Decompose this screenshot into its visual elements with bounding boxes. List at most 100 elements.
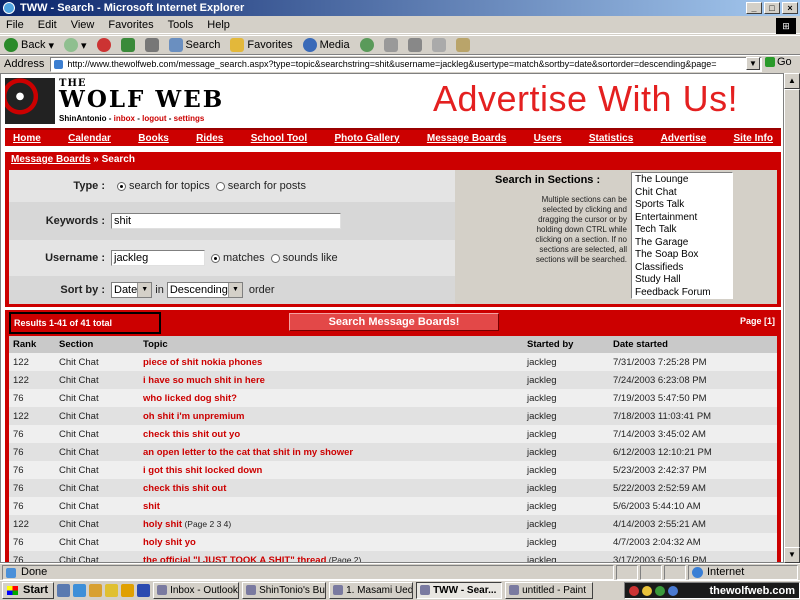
tray-icon[interactable]	[655, 585, 665, 596]
nav-users[interactable]: Users	[534, 133, 562, 144]
address-dropdown-button[interactable]: ▼	[746, 57, 760, 70]
section-option[interactable]: The Garage	[635, 237, 729, 250]
topic-cell-text[interactable]: the official "I JUST TOOK A SHIT" thread	[143, 555, 326, 563]
topic-cell-text[interactable]: holy shit	[143, 519, 182, 530]
sections-listbox[interactable]: The Lounge Chit Chat Sports Talk Enterta…	[631, 172, 733, 299]
print-icon[interactable]	[407, 38, 422, 52]
topic-cell[interactable]: oh shit i'm unpremium	[139, 407, 523, 425]
topic-cell[interactable]: shit	[139, 497, 523, 515]
quicklaunch-desktop-icon[interactable]	[57, 584, 71, 597]
topic-cell[interactable]: an open letter to the cat that shit in m…	[139, 443, 523, 461]
topic-cell[interactable]: holy shit (Page 2 3 4)	[139, 515, 523, 533]
task-buddy-list[interactable]: ShinTonio's Bu...	[242, 582, 327, 599]
topic-pages[interactable]: (Page 2)	[329, 555, 362, 563]
topic-cell-text[interactable]: holy shit yo	[143, 537, 196, 548]
section-option[interactable]: The Lounge	[635, 174, 729, 187]
task-paint[interactable]: untitled - Paint	[505, 582, 594, 599]
keywords-input[interactable]: shit	[111, 213, 341, 229]
quicklaunch-outlook-icon[interactable]	[89, 584, 103, 597]
topic-cell-text[interactable]: piece of shit nokia phones	[143, 357, 262, 368]
nav-message-boards[interactable]: Message Boards	[427, 133, 506, 144]
quicklaunch-word-icon[interactable]	[137, 584, 151, 597]
home-icon[interactable]	[144, 38, 159, 52]
media-button[interactable]: Media	[302, 38, 350, 52]
menu-tools[interactable]: Tools	[168, 19, 194, 31]
task-outlook[interactable]: Inbox - Outlook ...	[153, 582, 240, 599]
advertise-banner[interactable]: Advertise With Us!	[433, 78, 738, 120]
tray-icon[interactable]	[642, 585, 652, 596]
stop-icon[interactable]	[96, 38, 111, 52]
back-dropdown-icon[interactable]: ▾	[48, 39, 54, 52]
nav-statistics[interactable]: Statistics	[589, 133, 633, 144]
topic-cell[interactable]: i have so much shit in here	[139, 371, 523, 389]
matches-radio[interactable]	[211, 253, 220, 263]
nav-rides[interactable]: Rides	[196, 133, 223, 144]
task-ie-active[interactable]: TWW - Sear...	[416, 582, 503, 599]
nav-school-tool[interactable]: School Tool	[251, 133, 307, 144]
sounds-like-radio[interactable]	[270, 253, 280, 263]
username-input[interactable]: jackleg	[111, 250, 205, 266]
forward-button[interactable]: ▾	[64, 38, 87, 52]
scroll-up-icon[interactable]: ▲	[784, 73, 800, 89]
scroll-thumb[interactable]	[784, 89, 800, 549]
topic-cell[interactable]: piece of shit nokia phones	[139, 353, 523, 371]
history-icon[interactable]	[359, 38, 374, 52]
section-option[interactable]: Study Hall	[635, 274, 729, 287]
nav-site-info[interactable]: Site Info	[734, 133, 773, 144]
maximize-button[interactable]: □	[764, 2, 780, 14]
address-input[interactable]: http://www.thewolfweb.com/message_search…	[50, 56, 763, 72]
edit-icon[interactable]	[431, 38, 446, 52]
topic-cell-text[interactable]: i have so much shit in here	[143, 375, 265, 386]
page-indicator[interactable]: Page [1]	[740, 316, 775, 326]
menu-help[interactable]: Help	[207, 19, 230, 31]
tray-icon[interactable]	[668, 585, 678, 596]
site-logo[interactable]: THE WOLF WEB ShinAntonio - inbox - logou…	[3, 76, 233, 126]
nav-advertise[interactable]: Advertise	[661, 133, 707, 144]
section-option[interactable]: Chit Chat	[635, 187, 729, 200]
sort-order-select[interactable]: Descending	[166, 282, 243, 298]
topic-cell-text[interactable]: check this shit out yo	[143, 429, 240, 440]
topic-cell[interactable]: i got this shit locked down	[139, 461, 523, 479]
topic-cell-text[interactable]: an open letter to the cat that shit in m…	[143, 447, 353, 458]
section-option[interactable]: Feedback Forum	[635, 287, 729, 300]
mail-icon[interactable]	[383, 38, 398, 52]
menu-file[interactable]: File	[6, 19, 24, 31]
settings-link[interactable]: settings	[174, 114, 205, 123]
section-option[interactable]: Tech Talk	[635, 224, 729, 237]
search-message-boards-button[interactable]: Search Message Boards!	[289, 313, 499, 331]
topic-cell-text[interactable]: shit	[143, 501, 160, 512]
section-option[interactable]: The Soap Box	[635, 249, 729, 262]
refresh-icon[interactable]	[120, 38, 135, 52]
section-option[interactable]: Entertainment	[635, 212, 729, 225]
topic-cell-text[interactable]: i got this shit locked down	[143, 465, 262, 476]
topic-cell[interactable]: who licked dog shit?	[139, 389, 523, 407]
discuss-icon[interactable]	[455, 38, 470, 52]
topic-cell[interactable]: holy shit yo	[139, 533, 523, 551]
topic-cell[interactable]: check this shit out	[139, 479, 523, 497]
posts-radio[interactable]	[215, 181, 225, 191]
quicklaunch-app-icon[interactable]	[105, 584, 119, 597]
topic-pages[interactable]: (Page 2 3 4)	[184, 519, 231, 529]
topic-cell-text[interactable]: oh shit i'm unpremium	[143, 411, 245, 422]
quicklaunch-aim-icon[interactable]	[121, 584, 135, 597]
menu-edit[interactable]: Edit	[38, 19, 57, 31]
menu-view[interactable]: View	[71, 19, 95, 31]
inbox-link[interactable]: inbox	[114, 114, 135, 123]
nav-books[interactable]: Books	[138, 133, 169, 144]
nav-home[interactable]: Home	[13, 133, 41, 144]
menu-favorites[interactable]: Favorites	[108, 19, 153, 31]
scroll-down-icon[interactable]: ▼	[784, 547, 800, 563]
vertical-scrollbar[interactable]: ▲ ▼	[784, 73, 800, 563]
topic-cell[interactable]: check this shit out yo	[139, 425, 523, 443]
tray-icon[interactable]	[629, 585, 639, 596]
start-button[interactable]: Start	[2, 582, 55, 599]
nav-calendar[interactable]: Calendar	[68, 133, 111, 144]
topic-cell-text[interactable]: check this shit out	[143, 483, 226, 494]
breadcrumb-message-boards[interactable]: Message Boards	[11, 154, 90, 165]
topic-cell-text[interactable]: who licked dog shit?	[143, 393, 237, 404]
section-option[interactable]: Sports Talk	[635, 199, 729, 212]
sort-field-select[interactable]: Date	[111, 282, 153, 298]
go-button[interactable]: Go	[765, 56, 792, 68]
task-music[interactable]: 1. Masami Ued...	[329, 582, 414, 599]
quicklaunch-ie-icon[interactable]	[73, 584, 87, 597]
